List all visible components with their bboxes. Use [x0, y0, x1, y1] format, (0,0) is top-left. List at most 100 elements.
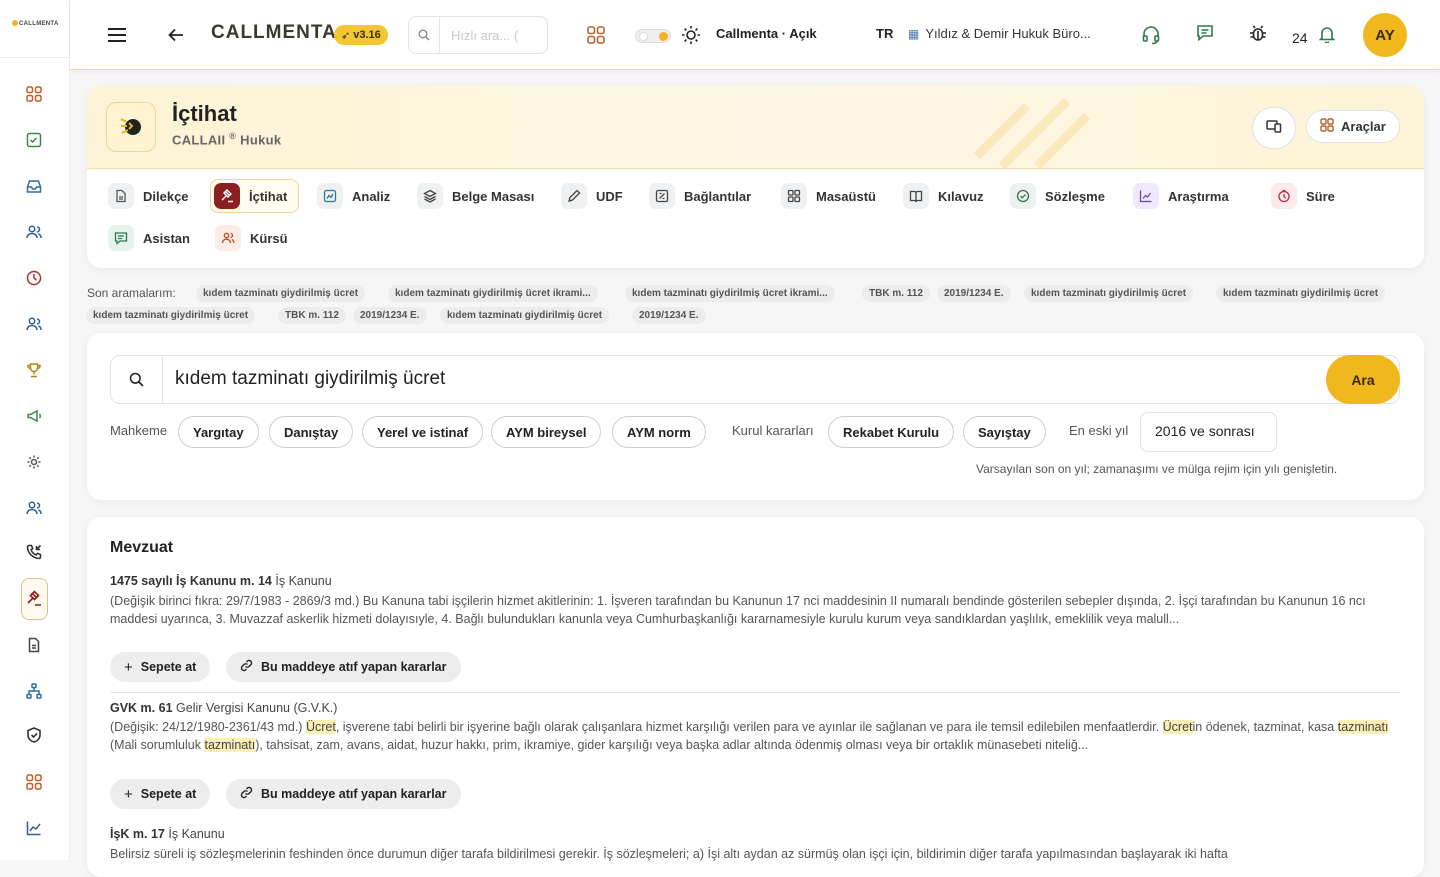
module-header: İçtihat CALLAII ® Hukuk Araçlar: [87, 86, 1424, 169]
law-heading[interactable]: İşK m. 17 İş Kanunu: [110, 827, 225, 841]
grid-icon[interactable]: [22, 770, 46, 794]
tab-dilekce[interactable]: Dilekçe: [104, 179, 193, 213]
rocket-icon: ➶: [341, 29, 351, 42]
tab-masaustu[interactable]: Masaüstü: [777, 179, 880, 213]
check-badge-icon: [1010, 183, 1036, 209]
recent-search-chip[interactable]: kıdem tazminatı giydirilmiş ücret: [86, 307, 256, 324]
quick-search[interactable]: Hızlı ara... (: [408, 16, 548, 54]
bell-icon[interactable]: [1317, 24, 1337, 44]
tab-belge-masasi[interactable]: Belge Masası: [413, 179, 538, 213]
recent-search-chip[interactable]: kıdem tazminatı giydirilmiş ücret ikrami…: [388, 285, 598, 302]
module-title: İçtihat: [172, 101, 237, 126]
building-icon: ▦: [908, 26, 920, 41]
court-filter-yargitay[interactable]: Yargıtay: [178, 416, 259, 448]
phone-incoming-icon[interactable]: [22, 540, 46, 564]
inbox-icon[interactable]: [22, 174, 46, 198]
law-heading[interactable]: 1475 sayılı İş Kanunu m. 14 İş Kanunu: [110, 574, 332, 588]
book-icon: [903, 183, 929, 209]
user-avatar[interactable]: AY: [1363, 13, 1407, 57]
recent-search-chip[interactable]: 2019/1234 E.: [937, 285, 1011, 302]
headset-icon[interactable]: [1140, 24, 1162, 46]
chat-icon[interactable]: [1194, 22, 1216, 44]
apps-grid-icon[interactable]: [585, 24, 607, 46]
document-icon[interactable]: [22, 633, 46, 657]
tab-sozlesme[interactable]: Sözleşme: [1006, 179, 1109, 213]
tab-kilavuz[interactable]: Kılavuz: [899, 179, 988, 213]
tasks-icon[interactable]: [22, 128, 46, 152]
citing-decisions-button[interactable]: Bu maddeye atıf yapan kararlar: [226, 779, 461, 809]
court-filter-danistay[interactable]: Danıştay: [269, 416, 354, 448]
chart-icon[interactable]: [22, 816, 46, 840]
back-arrow-icon[interactable]: [165, 24, 187, 46]
theme-label[interactable]: Callmenta · Açık: [716, 26, 817, 41]
recent-search-chip[interactable]: TBK m. 112: [862, 285, 930, 302]
recent-search-chip[interactable]: 2019/1234 E.: [632, 307, 706, 324]
link-icon: [240, 659, 253, 675]
court-filter-aym-bireysel[interactable]: AYM bireysel: [491, 416, 602, 448]
team-icon[interactable]: [22, 312, 46, 336]
tab-analiz[interactable]: Analiz: [313, 179, 394, 213]
law-text: (Değişik birinci fıkra: 29/7/1983 - 2869…: [110, 594, 1366, 626]
citing-decisions-button[interactable]: Bu maddeye atıf yapan kararlar: [226, 652, 461, 682]
recent-search-chip[interactable]: kıdem tazminatı giydirilmiş ücret ikrami…: [625, 285, 835, 302]
tab-sure[interactable]: Süre: [1267, 179, 1339, 213]
search-input[interactable]: kıdem tazminatı giydirilmiş ücret: [175, 368, 445, 390]
search-button[interactable]: Ara: [1326, 355, 1400, 404]
tab-kursu[interactable]: Kürsü: [211, 221, 292, 255]
device-toggle-button[interactable]: [1252, 107, 1296, 149]
gavel-icon: [214, 183, 240, 209]
results-title: Mevzuat: [110, 539, 174, 556]
recent-search-chip[interactable]: TBK m. 112: [278, 307, 346, 324]
tab-ictihat[interactable]: İçtihat: [210, 179, 300, 213]
gavel-icon[interactable]: [22, 587, 46, 611]
bug-icon[interactable]: [1246, 23, 1270, 45]
tab-udf[interactable]: UDF: [557, 179, 627, 213]
search-icon: [417, 28, 431, 42]
notification-count[interactable]: 24: [1292, 30, 1308, 46]
shield-check-icon[interactable]: [22, 723, 46, 747]
module-card: İçtihat CALLAII ® Hukuk Araçlar Dilekçe …: [87, 86, 1424, 268]
court-filter-yerel-istinaf[interactable]: Yerel ve istinaf: [362, 416, 484, 448]
brand-name[interactable]: CALLMENTA: [211, 22, 337, 44]
trophy-icon[interactable]: [22, 358, 46, 382]
recent-search-chip[interactable]: kıdem tazminatı giydirilmiş ücret: [440, 307, 610, 324]
tab-asistan[interactable]: Asistan: [104, 221, 194, 255]
settings-cog-icon[interactable]: [22, 450, 46, 474]
quick-search-input[interactable]: Hızlı ara... (: [451, 28, 518, 43]
recent-search-chip[interactable]: 2019/1234 E.: [353, 307, 427, 324]
plus-icon: +: [124, 658, 133, 676]
clock-icon[interactable]: [22, 266, 46, 290]
add-to-basket-button[interactable]: + Sepete at: [110, 779, 211, 809]
recent-search-chip[interactable]: kıdem tazminatı giydirilmiş ücret: [196, 285, 366, 302]
tab-arastirma[interactable]: Araştırma: [1129, 179, 1233, 213]
megaphone-icon[interactable]: [22, 404, 46, 428]
people-icon[interactable]: [22, 496, 46, 520]
court-filter-aym-norm[interactable]: AYM norm: [612, 416, 706, 448]
recent-search-chip[interactable]: kıdem tazminatı giydirilmiş ücret: [1216, 285, 1386, 302]
dashboard-icon[interactable]: [22, 82, 46, 106]
add-to-basket-button[interactable]: + Sepete at: [110, 652, 211, 682]
grid-icon: [781, 183, 807, 209]
law-heading[interactable]: GVK m. 61 Gelir Vergisi Kanunu (G.V.K.): [110, 701, 337, 715]
board-filter-label: Kurul kararları: [732, 423, 814, 438]
language-selector[interactable]: TR: [876, 26, 893, 41]
search-box[interactable]: kıdem tazminatı giydirilmiş ücret: [110, 355, 1400, 404]
theme-toggle[interactable]: [635, 29, 671, 43]
hierarchy-icon[interactable]: [22, 679, 46, 703]
users-icon[interactable]: [22, 220, 46, 244]
board-filter-sayistay[interactable]: Sayıştay: [963, 416, 1046, 448]
sun-icon[interactable]: [680, 24, 702, 46]
menu-icon[interactable]: [106, 24, 128, 46]
app-logo[interactable]: CALLMENTA: [12, 20, 59, 27]
device-icon: [1266, 119, 1282, 138]
recent-search-chip[interactable]: kıdem tazminatı giydirilmiş ücret: [1024, 285, 1194, 302]
version-badge: ➶ v3.16: [334, 25, 388, 45]
tools-button[interactable]: Araçlar: [1306, 110, 1400, 143]
link-icon: [649, 183, 675, 209]
year-select[interactable]: 2016 ve sonrası: [1140, 412, 1277, 452]
board-filter-rekabet[interactable]: Rekabet Kurulu: [828, 416, 955, 448]
firm-selector[interactable]: ▦ Yıldız & Demir Hukuk Büro...: [908, 26, 1091, 41]
court-filter-label: Mahkeme: [110, 423, 168, 438]
users-icon: [215, 225, 241, 251]
tab-baglantilar[interactable]: Bağlantılar: [645, 179, 755, 213]
